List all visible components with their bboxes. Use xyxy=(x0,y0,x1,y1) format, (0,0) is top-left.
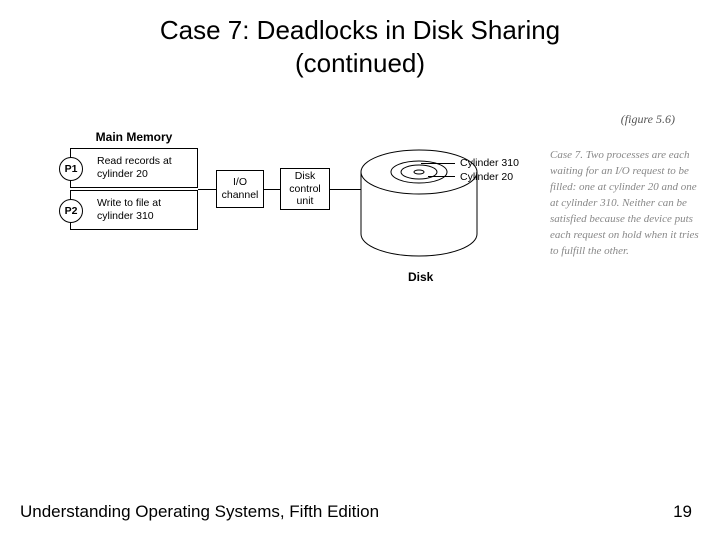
title-line-2: (continued) xyxy=(295,48,425,78)
disk-label: Disk xyxy=(408,270,433,284)
diagram: Main Memory P1 Read records at cylinder … xyxy=(30,130,690,350)
disk-control-unit-text: Disk control unit xyxy=(281,170,329,208)
process-p1-box: P1 Read records at cylinder 20 xyxy=(70,148,198,188)
cylinder-20-label: Cylinder 20 xyxy=(460,171,513,183)
title-line-1: Case 7: Deadlocks in Disk Sharing xyxy=(160,15,560,45)
p1-circle: P1 xyxy=(59,157,83,181)
cylinder-310-label: Cylinder 310 xyxy=(460,157,519,169)
p2-circle: P2 xyxy=(59,199,83,223)
disk-control-unit-box: Disk control unit xyxy=(280,168,330,210)
cyl310-line xyxy=(421,163,455,164)
process-p2-box: P2 Write to file at cylinder 310 xyxy=(70,190,198,230)
footer-page-number: 19 xyxy=(673,502,692,522)
connector-1 xyxy=(198,189,216,190)
figure-reference: (figure 5.6) xyxy=(621,112,675,127)
p1-text: Read records at cylinder 20 xyxy=(97,155,197,180)
p2-text: Write to file at cylinder 310 xyxy=(97,197,197,222)
slide-title: Case 7: Deadlocks in Disk Sharing (conti… xyxy=(0,0,720,79)
io-channel-box: I/O channel xyxy=(216,170,264,208)
connector-2 xyxy=(264,189,280,190)
io-channel-text: I/O channel xyxy=(217,176,263,201)
cyl20-line xyxy=(428,176,455,177)
main-memory-label: Main Memory xyxy=(70,130,198,144)
footer-book-title: Understanding Operating Systems, Fifth E… xyxy=(20,502,379,522)
